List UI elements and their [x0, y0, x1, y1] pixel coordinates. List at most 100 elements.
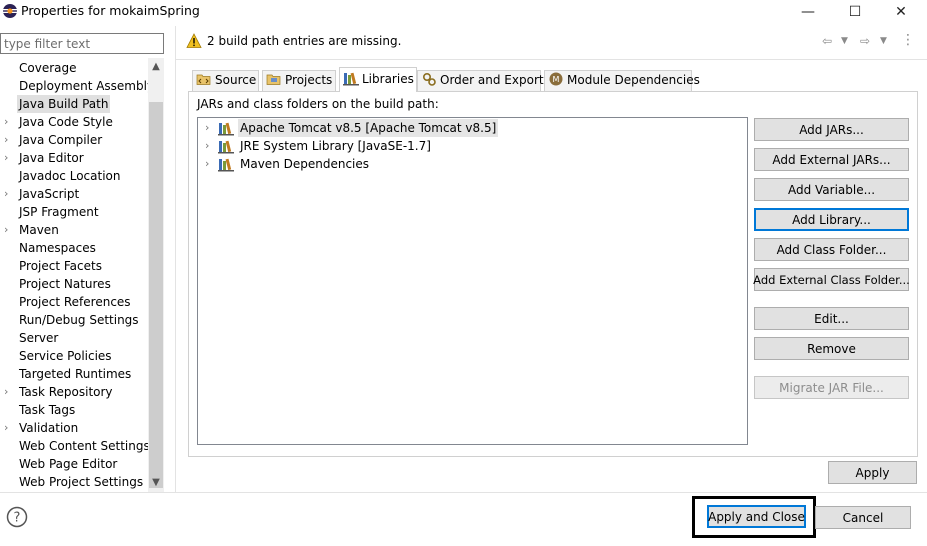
library-icon: [218, 158, 234, 172]
expand-arrow-icon[interactable]: ›: [4, 131, 14, 149]
footer-divider: [0, 492, 927, 493]
status-message: 2 build path entries are missing.: [207, 34, 402, 48]
sidebar-scrollbar[interactable]: ▲ ▼: [148, 58, 164, 492]
warning-icon: [186, 33, 202, 48]
sidebar-item[interactable]: › Java Compiler: [0, 131, 148, 149]
tab-source[interactable]: Source: [192, 70, 259, 91]
minimize-button[interactable]: —: [785, 0, 831, 24]
tab-order-and-export[interactable]: Order and Export: [417, 70, 544, 91]
edit-button[interactable]: Edit...: [754, 307, 909, 330]
back-arrow-icon[interactable]: ⇦: [822, 34, 832, 48]
scroll-down-arrow-icon[interactable]: ▼: [148, 474, 164, 492]
order-export-icon: [422, 72, 436, 86]
sidebar-item-label: Server: [19, 331, 59, 345]
sidebar-item[interactable]: Project References: [0, 293, 148, 311]
sidebar-item[interactable]: Server: [0, 329, 148, 347]
sidebar-item-label: Validation: [19, 421, 79, 435]
migrate-jar-button[interactable]: Migrate JAR File...: [754, 376, 909, 399]
expand-arrow-icon[interactable]: ›: [205, 137, 209, 155]
sidebar-item[interactable]: Run/Debug Settings: [0, 311, 148, 329]
library-entry[interactable]: › Maven Dependencies: [198, 155, 598, 173]
scroll-thumb[interactable]: [149, 102, 163, 488]
apply-button[interactable]: Apply: [828, 461, 917, 484]
library-entry[interactable]: › JRE System Library [JavaSE-1.7]: [198, 137, 598, 155]
cancel-button[interactable]: Cancel: [815, 506, 911, 529]
sidebar-item[interactable]: Targeted Runtimes: [0, 365, 148, 383]
forward-arrow-icon[interactable]: ⇨: [860, 34, 870, 48]
sidebar-item[interactable]: Java Build Path: [0, 95, 148, 113]
sidebar-item[interactable]: Web Project Settings: [0, 473, 148, 491]
expand-arrow-icon[interactable]: ›: [4, 113, 14, 131]
tab-label: Projects: [285, 73, 333, 87]
expand-arrow-icon[interactable]: ›: [4, 185, 14, 203]
sidebar-item[interactable]: Task Tags: [0, 401, 148, 419]
maximize-button[interactable]: ☐: [832, 0, 878, 24]
sidebar-item-label: Run/Debug Settings: [19, 313, 139, 327]
sidebar-item-label: Java Editor: [19, 151, 84, 165]
add-external-class-folder-button[interactable]: Add External Class Folder...: [753, 268, 910, 291]
sidebar-item[interactable]: Coverage: [0, 59, 148, 77]
sidebar-item-label: Targeted Runtimes: [19, 367, 132, 381]
title-bar: Properties for mokaimSpring — ☐ ✕: [0, 0, 927, 26]
sidebar-item-label: Web Project Settings: [19, 475, 144, 489]
help-icon[interactable]: ?: [6, 506, 28, 528]
tab-label: Module Dependencies: [567, 73, 700, 87]
sidebar-item[interactable]: Web Content Settings: [0, 437, 148, 455]
source-folder-icon: [196, 74, 211, 85]
expand-arrow-icon[interactable]: ›: [4, 221, 14, 239]
library-entry-label: JRE System Library [JavaSE-1.7]: [240, 139, 431, 153]
tab-libraries[interactable]: Libraries: [339, 67, 417, 92]
expand-arrow-icon[interactable]: ›: [205, 119, 209, 137]
sidebar-item[interactable]: Project Facets: [0, 257, 148, 275]
sidebar-item[interactable]: Deployment Assembly: [0, 77, 148, 95]
sidebar-item[interactable]: Service Policies: [0, 347, 148, 365]
sidebar-item[interactable]: Project Natures: [0, 275, 148, 293]
tab-label: Source: [215, 73, 257, 87]
window-title: Properties for mokaimSpring: [21, 3, 200, 18]
sidebar-item-label: Project Natures: [19, 277, 111, 291]
sidebar-item[interactable]: › Maven: [0, 221, 148, 239]
scroll-up-arrow-icon[interactable]: ▲: [148, 58, 164, 76]
sidebar-item-label: Project Facets: [19, 259, 102, 273]
sidebar-item-label: Web Page Editor: [19, 457, 118, 471]
library-icon: [218, 140, 234, 154]
add-library-button[interactable]: Add Library...: [754, 208, 909, 231]
tab-module-dependencies[interactable]: M Module Dependencies: [544, 70, 700, 91]
expand-arrow-icon[interactable]: ›: [4, 383, 14, 401]
sidebar-item-label: Coverage: [19, 61, 77, 75]
close-window-button[interactable]: ✕: [878, 0, 924, 24]
sidebar-item-label: Maven: [19, 223, 59, 237]
expand-arrow-icon[interactable]: ›: [4, 149, 14, 167]
svg-text:M: M: [553, 75, 560, 84]
sidebar-item[interactable]: › Java Editor: [0, 149, 148, 167]
sidebar-item[interactable]: Javadoc Location: [0, 167, 148, 185]
expand-arrow-icon[interactable]: ›: [205, 155, 209, 173]
tab-projects[interactable]: Projects: [262, 70, 336, 91]
add-external-jars-button[interactable]: Add External JARs...: [754, 148, 909, 171]
apply-and-close-button[interactable]: Apply and Close: [707, 505, 806, 528]
sidebar-item[interactable]: › Validation: [0, 419, 148, 437]
add-variable-button[interactable]: Add Variable...: [754, 178, 909, 201]
build-path-library-tree[interactable]: › Apache Tomcat v8.5 [Apache Tomcat v8.5…: [197, 117, 748, 445]
view-menu-icon[interactable]: ⋮: [901, 33, 915, 47]
sidebar-item[interactable]: JSP Fragment: [0, 203, 148, 221]
sidebar-item-label: Service Policies: [19, 349, 112, 363]
library-entry[interactable]: › Apache Tomcat v8.5 [Apache Tomcat v8.5…: [198, 119, 598, 137]
forward-dropdown-icon[interactable]: ▼: [880, 36, 887, 46]
sidebar-item[interactable]: › Java Code Style: [0, 113, 148, 131]
sidebar-item-label: Java Code Style: [19, 115, 113, 129]
expand-arrow-icon[interactable]: ›: [4, 419, 14, 437]
remove-button[interactable]: Remove: [754, 337, 909, 360]
sidebar-item[interactable]: › Task Repository: [0, 383, 148, 401]
sidebar-item[interactable]: › JavaScript: [0, 185, 148, 203]
sidebar-item[interactable]: Namespaces: [0, 239, 148, 257]
add-jars-button[interactable]: Add JARs...: [754, 118, 909, 141]
add-class-folder-button[interactable]: Add Class Folder...: [754, 238, 909, 261]
module-icon: M: [549, 72, 563, 86]
back-dropdown-icon[interactable]: ▼: [841, 36, 848, 46]
library-entry-label: Apache Tomcat v8.5 [Apache Tomcat v8.5]: [238, 119, 499, 137]
panel-divider: [175, 26, 176, 492]
filter-input[interactable]: [0, 33, 164, 54]
sidebar-item[interactable]: Web Page Editor: [0, 455, 148, 473]
library-entry-label: Maven Dependencies: [240, 157, 370, 171]
